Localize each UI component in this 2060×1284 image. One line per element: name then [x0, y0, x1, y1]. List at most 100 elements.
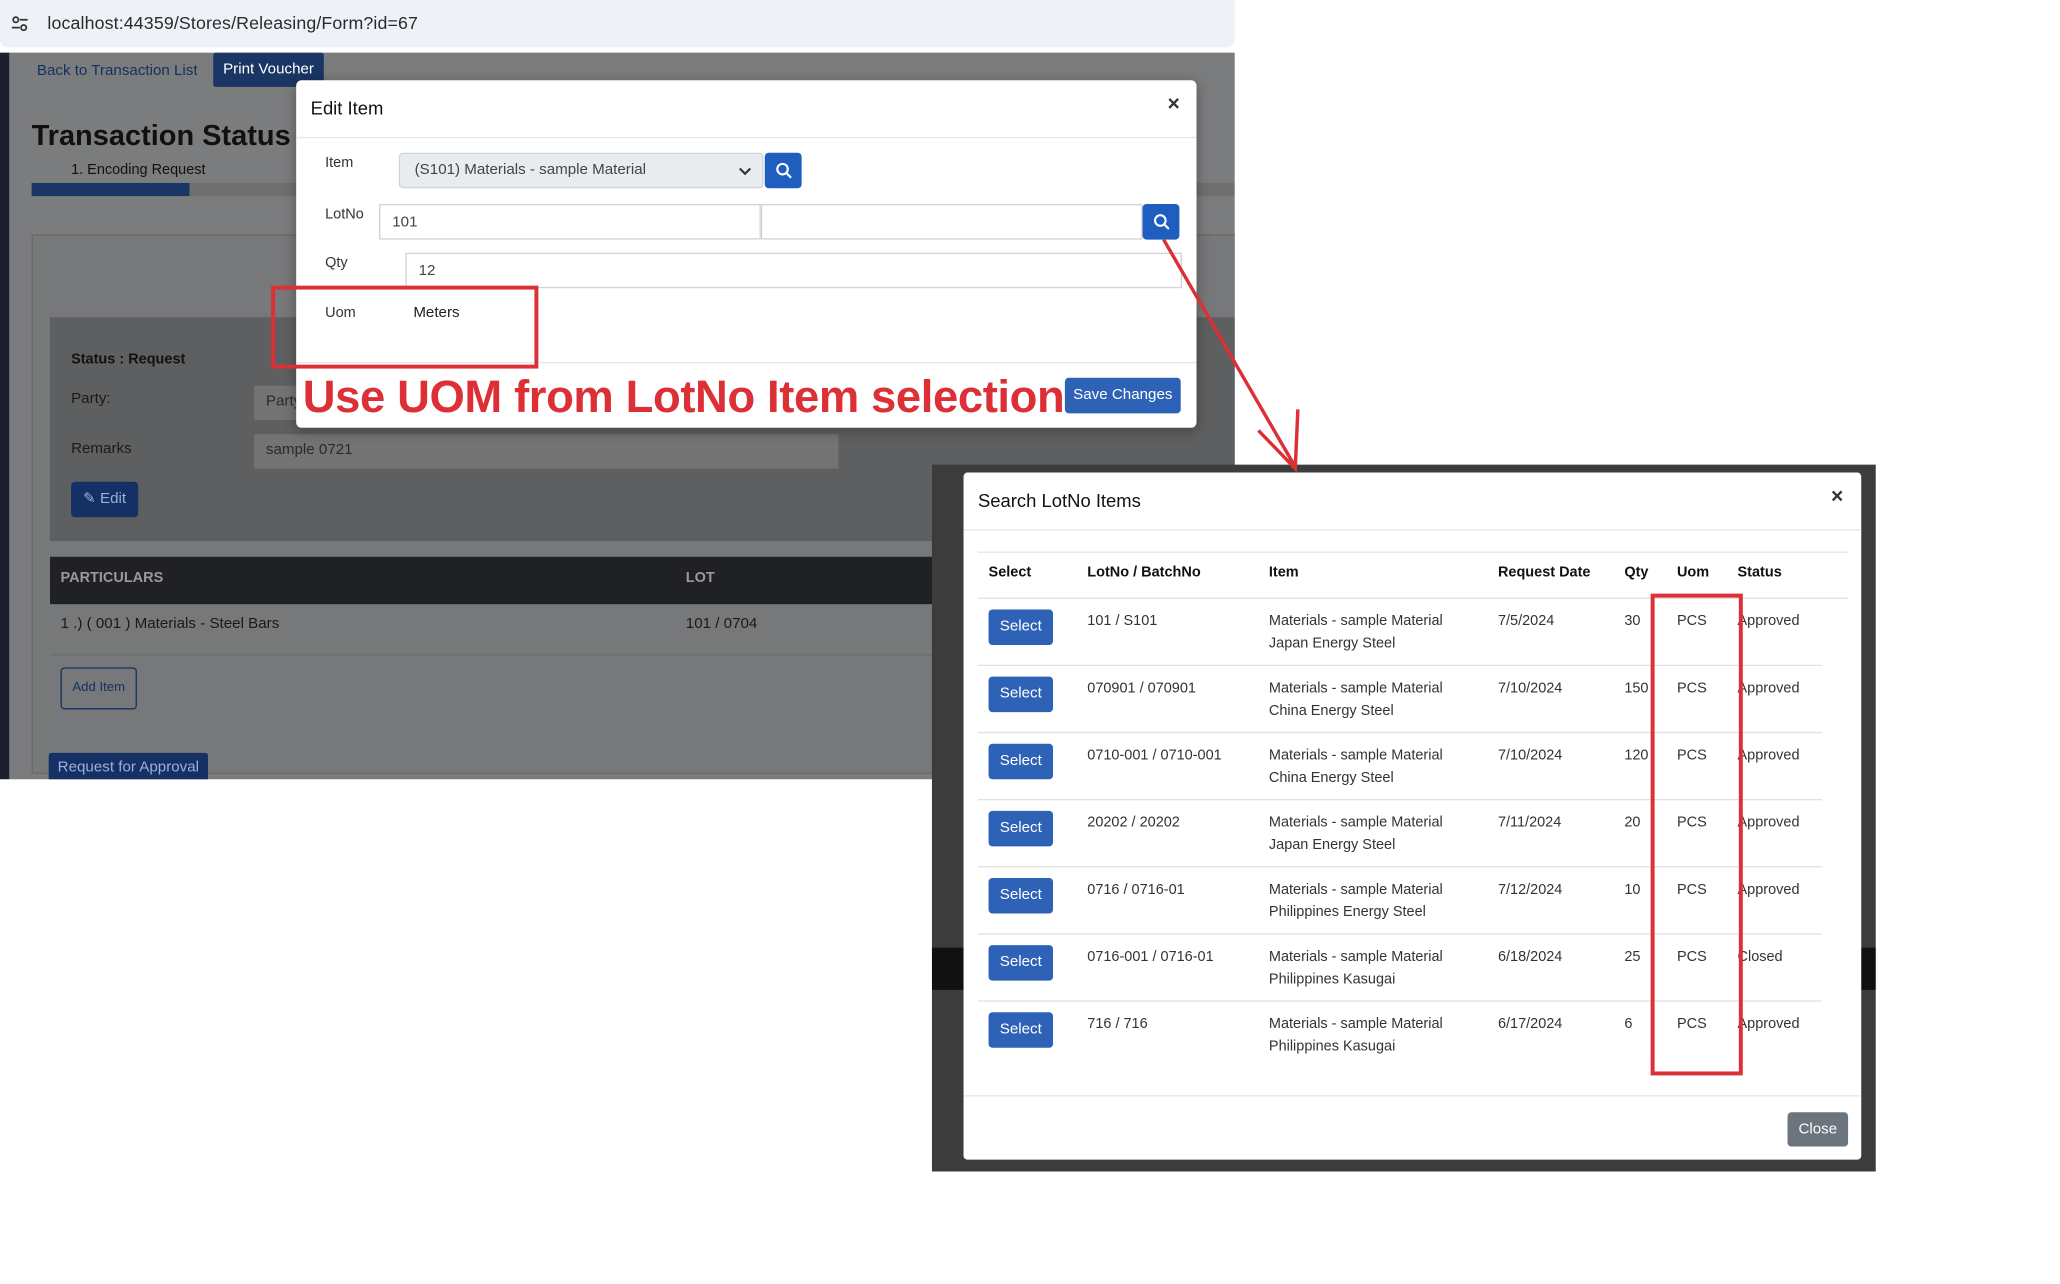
cell-item-line2: China Energy Steel — [1268, 770, 1394, 786]
cell-item-line1: Materials - sample Material — [1268, 747, 1443, 764]
search-modal-header-divider — [963, 529, 1862, 531]
cell-item-line1: Materials - sample Material — [1268, 814, 1443, 831]
select-button[interactable]: Select — [988, 609, 1054, 645]
add-item-button[interactable]: Add Item — [60, 667, 137, 710]
cell-status: Approved — [1737, 613, 1800, 630]
uom-column-highlight-box — [1650, 593, 1743, 1076]
item-select-value: (S101) Materials - sample Material — [414, 161, 646, 178]
cell-lot: 20202 / 20202 — [1087, 814, 1180, 831]
search-modal-title: Search LotNo Items — [978, 489, 1141, 511]
remarks-label: Remarks — [71, 440, 132, 457]
select-button[interactable]: Select — [988, 877, 1054, 914]
col-particulars: PARTICULARS — [60, 569, 164, 586]
step-label: 1. Encoding Request — [71, 161, 206, 178]
th-qty: Qty — [1624, 564, 1649, 581]
cell-item-line2: Philippines Kasugai — [1268, 971, 1396, 988]
search-icon — [776, 162, 792, 179]
select-button[interactable]: Select — [988, 676, 1054, 713]
item-search-button[interactable] — [764, 152, 802, 189]
save-changes-button[interactable]: Save Changes — [1064, 377, 1181, 414]
edit-button[interactable]: ✎ Edit — [71, 481, 139, 518]
th-select: Select — [988, 564, 1032, 581]
left-sidebar-strip — [0, 52, 10, 780]
request-approval-button[interactable]: Request for Approval — [48, 752, 208, 780]
row-divider — [50, 654, 946, 656]
select-button[interactable]: Select — [988, 945, 1054, 981]
uom-highlight-box — [271, 285, 539, 369]
cell-date: 6/18/2024 — [1497, 949, 1563, 965]
th-status: Status — [1737, 564, 1782, 581]
cell-status: Approved — [1737, 1016, 1800, 1032]
cell-lot: 0710-001 / 0710-001 — [1087, 747, 1222, 764]
edit-button-label: Edit — [100, 490, 127, 507]
cell-item-line2: China Energy Steel — [1268, 702, 1394, 719]
party-label: Party: — [71, 390, 111, 407]
cell-lot: 716 / 716 — [1087, 1016, 1148, 1032]
close-icon[interactable]: × — [1831, 486, 1843, 510]
back-to-list-link[interactable]: Back to Transaction List — [26, 55, 208, 88]
cell-date: 6/17/2024 — [1497, 1016, 1563, 1032]
cell-item-line1: Materials - sample Material — [1268, 949, 1443, 965]
lotno-label: LotNo — [325, 206, 364, 223]
th-lotno: LotNo / BatchNo — [1087, 564, 1201, 581]
modal-header: Edit Item × — [296, 80, 1197, 139]
cell-lot: 0716 / 0716-01 — [1087, 881, 1185, 898]
lotno-secondary-input[interactable] — [760, 204, 1143, 240]
close-button[interactable]: Close — [1787, 1112, 1849, 1147]
col-lot: LOT — [685, 569, 715, 586]
cell-qty: 10 — [1624, 881, 1641, 898]
cell-item: Materials - sample Material China Energy … — [1269, 745, 1443, 790]
cell-item-line2: Philippines Kasugai — [1268, 1038, 1396, 1055]
page-title: Transaction Status : — [31, 118, 309, 152]
cell-date: 7/12/2024 — [1497, 881, 1563, 898]
site-settings-icon[interactable] — [11, 14, 29, 32]
th-uom: Uom — [1676, 564, 1710, 581]
cell-item-line1: Materials - sample Material — [1268, 1016, 1443, 1032]
cell-item-line2: Philippines Energy Steel — [1268, 904, 1426, 921]
cell-date: 7/10/2024 — [1497, 680, 1563, 697]
url-text[interactable]: localhost:44359/Stores/Releasing/Form?id… — [47, 13, 418, 33]
cell-qty: 30 — [1624, 613, 1641, 630]
cell-date: 7/10/2024 — [1497, 747, 1563, 764]
cell-qty: 25 — [1624, 949, 1641, 965]
status-label: Status : Request — [71, 351, 186, 368]
progress-bar — [31, 182, 190, 197]
cell-item: Materials - sample Material Japan Energy … — [1269, 812, 1443, 857]
select-button[interactable]: Select — [988, 810, 1054, 847]
close-icon[interactable]: × — [1168, 93, 1180, 117]
cell-status: Closed — [1737, 949, 1783, 965]
arrow-head-icon — [1257, 409, 1300, 473]
table-top-border — [978, 551, 1849, 553]
cell-qty: 120 — [1624, 747, 1649, 764]
search-icon — [1154, 214, 1170, 230]
select-button[interactable]: Select — [988, 1012, 1054, 1048]
cell-status: Approved — [1737, 881, 1800, 898]
select-button[interactable]: Select — [988, 743, 1054, 780]
remarks-field[interactable]: sample 0721 — [254, 434, 839, 469]
cell-qty: 20 — [1624, 814, 1641, 831]
cell-item: Materials - sample Material Philippines K… — [1269, 946, 1443, 991]
cell-status: Approved — [1737, 680, 1800, 697]
browser-url-bar[interactable]: localhost:44359/Stores/Releasing/Form?id… — [0, 0, 1235, 48]
qty-input[interactable]: 12 — [405, 252, 1183, 289]
cell-item-line2: Japan Energy Steel — [1268, 635, 1396, 652]
cell-status: Approved — [1737, 814, 1800, 831]
search-modal-footer-divider — [963, 1095, 1862, 1097]
cell-item-line1: Materials - sample Material — [1268, 613, 1443, 630]
th-request-date: Request Date — [1497, 564, 1591, 581]
cell-qty: 6 — [1624, 1016, 1633, 1032]
cell-item: Materials - sample Material Japan Energy … — [1269, 611, 1443, 656]
pencil-icon: ✎ — [83, 490, 96, 507]
cell-lot: 070901 / 070901 — [1087, 680, 1196, 697]
cell-item: Materials - sample Material China Energy … — [1269, 678, 1443, 723]
item-select[interactable]: (S101) Materials - sample Material — [398, 152, 764, 189]
th-item: Item — [1268, 564, 1299, 581]
cell-date: 7/5/2024 — [1497, 613, 1555, 630]
cell-item: Materials - sample Material Philippines E… — [1269, 879, 1443, 924]
cell-item-line2: Japan Energy Steel — [1268, 837, 1396, 853]
cell-lot: 101 / S101 — [1087, 613, 1158, 630]
modal-title: Edit Item — [310, 97, 384, 119]
row-lot: 101 / 0704 — [685, 616, 758, 632]
lotno-search-button[interactable] — [1142, 204, 1180, 240]
lotno-input[interactable]: 101 — [379, 204, 761, 240]
